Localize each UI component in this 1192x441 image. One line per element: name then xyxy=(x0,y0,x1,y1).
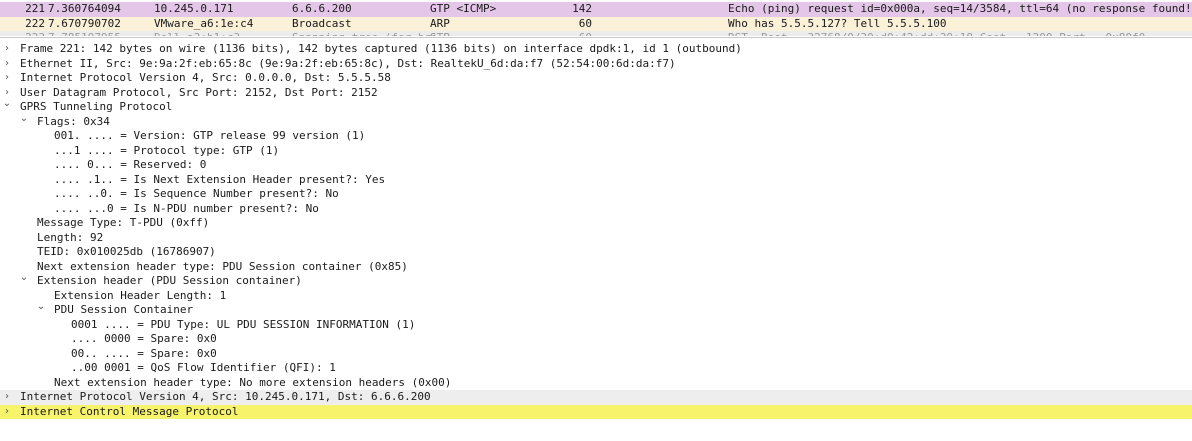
packet-protocol: STP xyxy=(430,31,450,36)
tree-row[interactable]: ⌄ Flags: 0x34 xyxy=(0,112,1192,130)
tree-row[interactable]: .... ..0. = Is Sequence Number present?:… xyxy=(0,187,1192,202)
packet-destination: Broadcast xyxy=(292,16,352,30)
tree-row-label: Frame 221: 142 bytes on wire (1136 bits)… xyxy=(20,42,742,55)
tree-row[interactable]: ...1 .... = Protocol type: GTP (1) xyxy=(0,144,1192,159)
tree-row-label: .... .1.. = Is Next Extension Header pre… xyxy=(54,172,386,186)
tree-row[interactable]: ⌄ PDU Session Container xyxy=(0,300,1192,318)
chevron-down-icon[interactable]: ⌄ xyxy=(19,271,29,286)
packet-info: Who has 5.5.5.127? Tell 5.5.5.100 xyxy=(728,16,947,30)
tree-row[interactable]: › Internet Protocol Version 4, Src: 0.0.0… xyxy=(0,71,1192,86)
chevron-down-icon[interactable]: ⌄ xyxy=(2,97,12,112)
tree-row[interactable]: › User Datagram Protocol, Src Port: 2152,… xyxy=(0,86,1192,101)
tree-row-label: Next extension header type: PDU Session … xyxy=(37,259,408,273)
tree-row[interactable]: 001. .... = Version: GTP release 99 vers… xyxy=(0,129,1192,144)
packet-destination: Spanning-tree-(for-bri xyxy=(292,31,438,36)
tree-row-label: GPRS Tunneling Protocol xyxy=(20,100,173,113)
packet-number: 223 xyxy=(15,31,45,36)
tree-row[interactable]: ⌄ Extension header (PDU Session container… xyxy=(0,271,1192,289)
tree-row[interactable]: ..00 0001 = QoS Flow Identifier (QFI): 1 xyxy=(0,361,1192,376)
chevron-right-icon[interactable]: › xyxy=(2,57,12,72)
tree-row[interactable]: › Internet Control Message Protocol xyxy=(0,404,1192,420)
chevron-right-icon[interactable]: › xyxy=(2,390,12,405)
packet-time: 7.360764094 xyxy=(48,2,121,15)
tree-row-label: Extension header (PDU Session container) xyxy=(37,274,302,287)
tree-row-label: .... 0... = Reserved: 0 xyxy=(54,158,207,171)
tree-row-label: .... 0000 = Spare: 0x0 xyxy=(71,332,217,345)
chevron-right-icon[interactable]: › xyxy=(2,42,12,57)
tree-row[interactable]: › Frame 221: 142 bytes on wire (1136 bits… xyxy=(0,42,1192,57)
tree-row-label: Message Type: T-PDU (0xff) xyxy=(37,216,210,229)
packet-info: Echo (ping) request id=0x000a, seq=14/35… xyxy=(728,2,1192,15)
chevron-down-icon[interactable]: ⌄ xyxy=(19,112,29,127)
packet-time: 7.670790702 xyxy=(48,16,121,30)
tree-row[interactable]: › Internet Protocol Version 4, Src: 10.24… xyxy=(0,390,1192,405)
tree-row[interactable]: .... 0... = Reserved: 0 xyxy=(0,158,1192,173)
chevron-down-icon[interactable]: ⌄ xyxy=(36,300,46,315)
packet-protocol: ARP xyxy=(430,16,450,30)
tree-row[interactable]: .... ...0 = Is N-PDU number present?: No xyxy=(0,202,1192,217)
packet-source: 10.245.0.171 xyxy=(154,2,234,15)
tree-row-label: 0001 .... = PDU Type: UL PDU SESSION INF… xyxy=(71,317,416,331)
tree-row[interactable]: Length: 92 xyxy=(0,231,1192,246)
packet-length: 142 xyxy=(572,2,592,15)
packet-source: Dell_a3:b1:c3 xyxy=(154,31,240,36)
packet-protocol: GTP <ICMP> xyxy=(430,2,497,15)
tree-row[interactable]: ⌄ GPRS Tunneling Protocol xyxy=(0,97,1192,115)
tree-row[interactable]: TEID: 0x010025db (16786907) xyxy=(0,245,1192,260)
tree-row-label: ..00 0001 = QoS Flow Identifier (QFI): 1 xyxy=(71,361,336,374)
packet-destination: 6.6.6.200 xyxy=(292,2,352,15)
tree-row-label: Internet Protocol Version 4, Src: 10.245… xyxy=(20,390,431,403)
tree-row-label: User Datagram Protocol, Src Port: 2152, … xyxy=(20,85,378,99)
tree-row-label: ...1 .... = Protocol type: GTP (1) xyxy=(54,143,280,157)
tree-row-label: Internet Protocol Version 4, Src: 0.0.0.… xyxy=(20,71,391,84)
packet-length: 60 xyxy=(578,16,592,30)
packet-length: 60 xyxy=(540,31,592,36)
tree-row[interactable]: .... .1.. = Is Next Extension Header pre… xyxy=(0,173,1192,188)
tree-row[interactable]: Message Type: T-PDU (0xff) xyxy=(0,216,1192,231)
tree-row-label: Ethernet II, Src: 9e:9a:2f:eb:65:8c (9e:… xyxy=(20,56,676,70)
packet-number: 222 xyxy=(25,16,45,30)
packet-row[interactable]: 221 7.360764094 10.245.0.171 6.6.6.200 GTP <… xyxy=(0,2,1192,17)
tree-row-label: Next extension header type: No more exte… xyxy=(54,375,452,389)
tree-row[interactable]: Next extension header type: PDU Session … xyxy=(0,260,1192,275)
packet-info: RST. Root = 32768/0/30:d0:42:dd:39:18 Co… xyxy=(728,31,1145,36)
tree-row[interactable]: 0001 .... = PDU Type: UL PDU SESSION INF… xyxy=(0,318,1192,333)
tree-row-label: Flags: 0x34 xyxy=(37,114,110,128)
tree-row-label: TEID: 0x010025db (16786907) xyxy=(37,245,216,258)
tree-row[interactable]: .... 0000 = Spare: 0x0 xyxy=(0,332,1192,347)
packet-details-tree[interactable]: › Frame 221: 142 bytes on wire (1136 bits… xyxy=(0,42,1192,441)
packet-list[interactable]: 221 7.360764094 10.245.0.171 6.6.6.200 GTP <… xyxy=(0,0,1192,36)
chevron-right-icon[interactable]: › xyxy=(2,405,12,420)
tree-row-label: PDU Session Container xyxy=(54,303,194,316)
packet-time: 7.785197955 xyxy=(48,31,121,36)
tree-row[interactable]: Next extension header type: No more exte… xyxy=(0,376,1192,391)
chevron-right-icon[interactable]: › xyxy=(2,71,12,86)
tree-row-label: .... ..0. = Is Sequence Number present?:… xyxy=(54,187,339,200)
tree-row-label: Internet Control Message Protocol xyxy=(20,404,239,418)
tree-row-label: 00.. .... = Spare: 0x0 xyxy=(71,346,217,360)
tree-row-label: 001. .... = Version: GTP release 99 vers… xyxy=(54,129,366,142)
packet-row[interactable]: 2237.785197955 Dell_a3:b1:c3 Spanning-tree… xyxy=(0,31,1192,36)
tree-row-label: Length: 92 xyxy=(37,230,104,244)
packet-row[interactable]: 222 7.670790702 VMware_a6:1e:c4 Broadcast AR… xyxy=(0,16,1192,31)
tree-row-label: .... ...0 = Is N-PDU number present?: No xyxy=(54,201,319,215)
pane-divider[interactable] xyxy=(0,37,1192,38)
packet-number: 221 xyxy=(25,2,45,15)
tree-row[interactable]: › Ethernet II, Src: 9e:9a:2f:eb:65:8c (9e… xyxy=(0,57,1192,72)
tree-row[interactable]: Extension Header Length: 1 xyxy=(0,289,1192,304)
tree-row-label: Extension Header Length: 1 xyxy=(54,288,227,302)
tree-row[interactable]: 00.. .... = Spare: 0x0 xyxy=(0,347,1192,362)
packet-source: VMware_a6:1e:c4 xyxy=(154,16,254,30)
